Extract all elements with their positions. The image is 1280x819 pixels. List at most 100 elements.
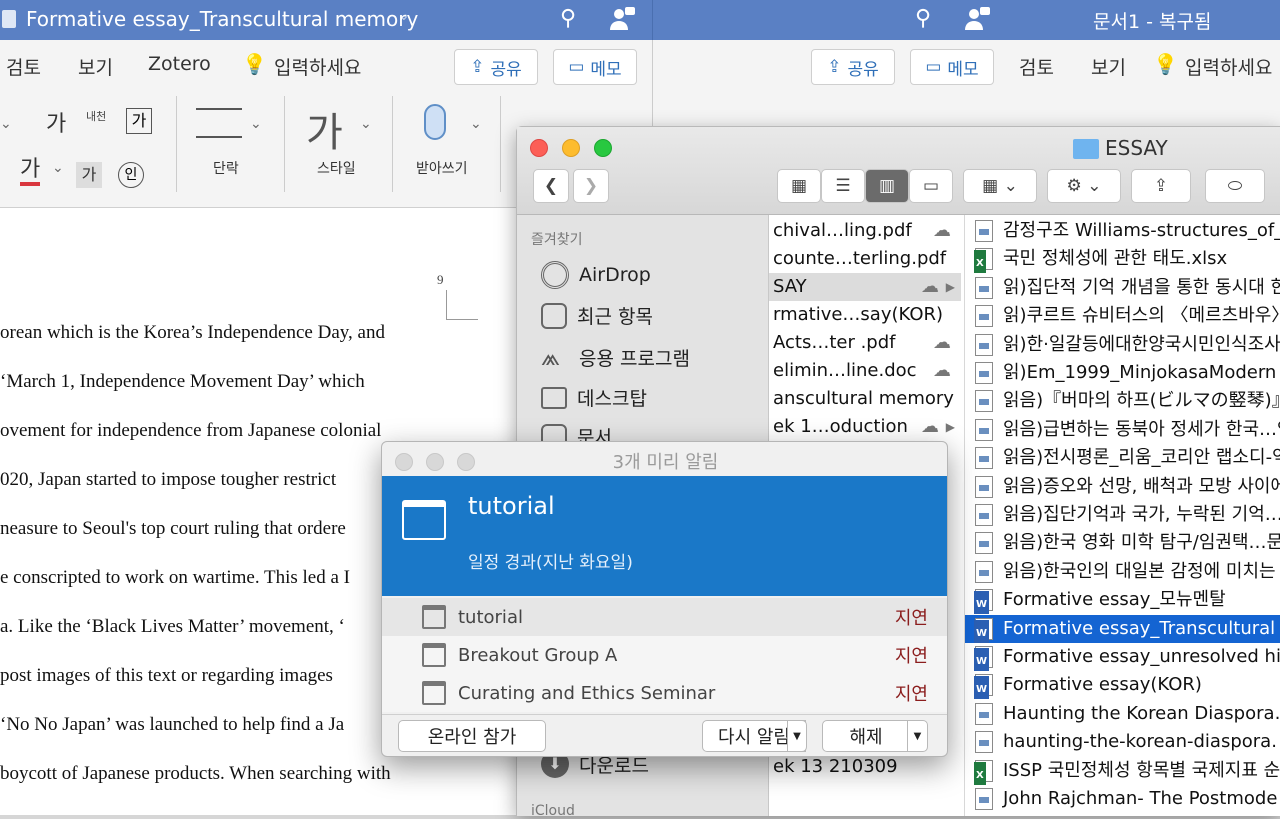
maximize-button[interactable] xyxy=(594,139,612,157)
calendar-icon xyxy=(422,643,446,667)
group-button[interactable]: ▦ ⌄ xyxy=(963,169,1037,203)
list-item[interactable]: rmative…say(KOR) xyxy=(769,301,961,329)
back-button[interactable]: ❮ xyxy=(533,169,569,203)
share-button[interactable]: ⇪ 공유 xyxy=(811,49,895,85)
file-item[interactable]: 읽)한·일갈등에대한양국시민인식조사 xyxy=(965,331,1280,359)
file-item[interactable]: 읽음)『버마의 하프(ビルマの竪琴)』를… xyxy=(965,387,1280,415)
file-item[interactable]: 읽음)전시평론_리움_코리안 랩소디-역 xyxy=(965,444,1280,472)
action-button[interactable]: ⚙ ⌄ xyxy=(1047,169,1121,203)
file-item[interactable]: Formative essay(KOR) xyxy=(965,671,1280,700)
file-item[interactable]: 읽)Em_1999_MinjokasaModern xyxy=(965,359,1280,387)
tab-view[interactable]: 보기 xyxy=(1091,53,1126,80)
close-button[interactable] xyxy=(530,139,548,157)
chevron-down-icon[interactable]: ⌄ xyxy=(52,160,64,176)
file-item[interactable]: 읽음)한국 영화 미학 탐구/임권택…문 xyxy=(965,529,1280,557)
chevron-down-icon[interactable]: ⌄ xyxy=(250,116,262,132)
file-item[interactable]: 읽)쿠르트 슈비터스의 〈메르츠바우〉에 xyxy=(965,302,1280,330)
list-item[interactable]: ek 13 210309 xyxy=(769,753,961,781)
pdf-doc-icon xyxy=(975,532,993,555)
list-item[interactable]: ek 1…oduction ☁ ▶ xyxy=(769,413,961,441)
enclose-char-button[interactable]: 가 xyxy=(126,108,152,134)
file-item[interactable]: 읽)집단적 기억 개념을 통한 동시대 한 xyxy=(965,274,1280,302)
tab-review[interactable]: 검토 xyxy=(6,53,41,80)
join-online-button[interactable]: 온라인 참가 xyxy=(398,720,546,752)
tell-me-input[interactable]: 입력하세요 xyxy=(1185,53,1272,80)
share-person-icon[interactable] xyxy=(963,4,991,32)
popup-title: 3개 미리 알림 xyxy=(612,452,719,473)
font-color-button[interactable]: 가 xyxy=(20,158,41,186)
file-item[interactable]: haunting-the-korean-diaspora. xyxy=(965,728,1280,756)
pdf-doc-icon xyxy=(975,731,993,754)
forward-button[interactable]: ❯ xyxy=(573,169,609,203)
phonetic-guide-button[interactable]: 가 xyxy=(46,106,66,138)
chevron-left-icon[interactable]: ⌄ xyxy=(0,116,12,132)
list-item[interactable]: Acts…ter .pdf ☁ xyxy=(769,329,961,357)
file-item[interactable]: 읽음)증오와 선망, 배척과 모방 사이에 xyxy=(965,473,1280,501)
memo-button[interactable]: ▭ 메모 xyxy=(553,49,637,85)
file-item[interactable]: Formative essay_모뉴멘탈 xyxy=(965,586,1280,615)
reminder-item[interactable]: tutorial 지연 xyxy=(382,598,947,636)
file-item[interactable]: John Rajchman- The Postmode xyxy=(965,785,1280,813)
share-person-icon[interactable] xyxy=(608,4,636,32)
paragraph-icon[interactable] xyxy=(196,108,242,138)
styles-icon[interactable]: 가 xyxy=(306,100,343,158)
sidebar-item-recents[interactable]: 최근 항목 xyxy=(541,302,653,329)
file-item[interactable]: 읽음)집단기억과 국가, 누락된 기억… xyxy=(965,501,1280,529)
view-list-button[interactable]: ☰ xyxy=(821,169,865,203)
sidebar-header: 즐겨찾기 xyxy=(531,232,583,248)
list-item[interactable]: SAY ☁ ▶ xyxy=(769,273,961,301)
share-button[interactable]: ⇪ xyxy=(1131,169,1191,203)
file-item[interactable]: 감정구조 Williams-structures_of_ xyxy=(965,217,1280,245)
tab-view[interactable]: 보기 xyxy=(78,53,113,80)
file-item[interactable]: 읽음)급변하는 동북아 정세가 한국…안 xyxy=(965,416,1280,444)
snooze-dropdown[interactable]: ▼ xyxy=(787,720,807,752)
minimize-button[interactable] xyxy=(562,139,580,157)
reminders-popup: 3개 미리 알림 tutorial 일정 경과(지난 화요일) tutorial… xyxy=(381,441,948,757)
tags-button[interactable]: ⬭ xyxy=(1205,169,1265,203)
pdf-doc-icon xyxy=(975,362,993,384)
view-gallery-button[interactable]: ▭ xyxy=(909,169,953,203)
grid-icon: ▦ xyxy=(790,176,808,196)
search-icon[interactable]: ⚲ xyxy=(560,6,576,31)
calendar-icon xyxy=(422,605,446,629)
dismiss-dropdown[interactable]: ▼ xyxy=(907,720,928,752)
sidebar-item-desktop[interactable]: 데스크탑 xyxy=(541,384,647,411)
reminder-item[interactable]: Curating and Ethics Seminar 지연 xyxy=(382,674,947,712)
share-button[interactable]: ⇪ 공유 xyxy=(454,49,538,85)
reminder-item[interactable]: Breakout Group A 지연 xyxy=(382,636,947,674)
file-item[interactable]: 국민 정체성에 관한 태도.xlsx xyxy=(965,245,1280,274)
shading-button[interactable]: 가 xyxy=(76,162,102,188)
calendar-icon xyxy=(402,500,446,540)
tab-review[interactable]: 검토 xyxy=(1019,53,1054,80)
chevron-down-icon[interactable]: ⌄ xyxy=(470,116,482,132)
chevron-down-icon[interactable]: ⌄ xyxy=(360,116,372,132)
cloud-download-icon[interactable]: ☁ xyxy=(933,217,951,245)
tab-zotero[interactable]: Zotero xyxy=(148,53,211,75)
dismiss-button[interactable]: 해제 xyxy=(822,720,910,752)
view-icons-button[interactable]: ▦ xyxy=(777,169,821,203)
list-item[interactable]: elimin…line.doc ☁ xyxy=(769,357,961,385)
cloud-download-icon[interactable]: ☁ xyxy=(921,273,939,301)
list-item[interactable]: anscultural memory xyxy=(769,385,961,413)
view-columns-button[interactable]: ▥ xyxy=(865,169,909,203)
search-icon[interactable]: ⚲ xyxy=(915,6,931,31)
enclose-circle-button[interactable]: 인 xyxy=(118,162,144,188)
file-item[interactable]: Formative essay_unresolved his xyxy=(965,643,1280,671)
file-item[interactable]: 읽음)한국인의 대일본 감정에 미치는 요 xyxy=(965,558,1280,586)
cloud-download-icon[interactable]: ☁ xyxy=(921,413,939,441)
chevron-down-icon[interactable]: ⌄ xyxy=(398,8,410,24)
list-item[interactable]: chival…ling.pdf ☁ xyxy=(769,217,961,245)
cloud-download-icon[interactable]: ☁ xyxy=(933,329,951,357)
file-item[interactable]: Formative essay_Transcultural m xyxy=(965,614,1280,643)
file-item[interactable]: Haunting the Korean Diaspora… xyxy=(965,700,1280,728)
list-item[interactable]: counte…terling.pdf xyxy=(769,245,961,273)
tell-me-input[interactable]: 입력하세요 xyxy=(274,53,361,80)
sidebar-item-applications[interactable]: ⩕ 응용 프로그램 xyxy=(541,343,690,371)
hero-reminder[interactable]: tutorial 일정 경과(지난 화요일) xyxy=(382,476,947,596)
hero-title: tutorial xyxy=(468,492,555,520)
sidebar-item-airdrop[interactable]: AirDrop xyxy=(541,261,651,289)
microphone-icon[interactable] xyxy=(424,104,446,140)
file-item[interactable]: ISSP 국민정체성 항목별 국제지표 순 xyxy=(965,757,1280,785)
memo-button[interactable]: ▭ 메모 xyxy=(910,49,994,85)
cloud-download-icon[interactable]: ☁ xyxy=(933,357,951,385)
